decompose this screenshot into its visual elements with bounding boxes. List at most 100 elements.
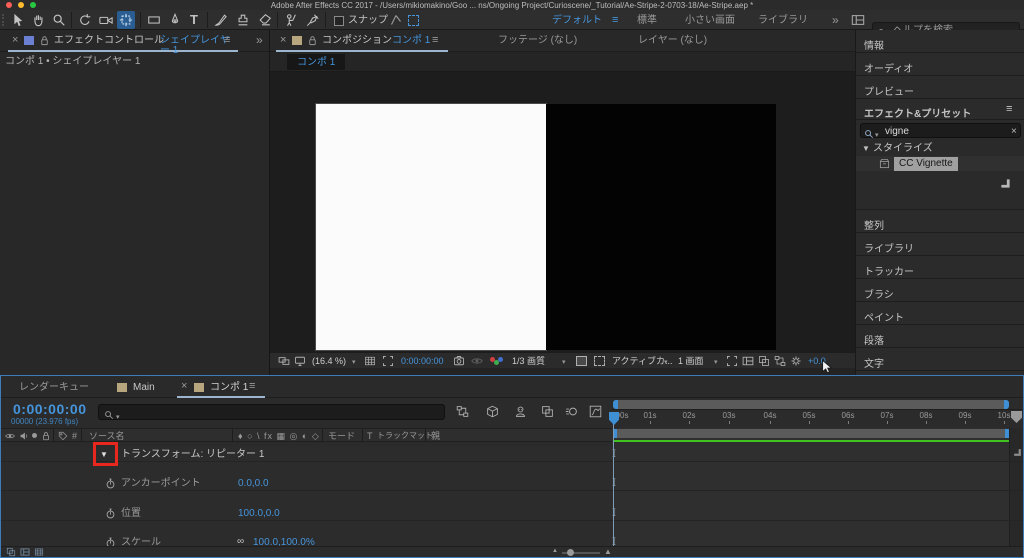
group-row-transform-repeater[interactable]: ▼ トランスフォーム: リピーター 1 I <box>1 447 1023 463</box>
layer-tab[interactable]: レイヤー (なし) <box>638 36 707 46</box>
property-row-anchor-point[interactable]: アンカーポイント 0.0,0.0 I <box>1 476 1023 492</box>
panel-menu-icon[interactable]: ≡ <box>1006 103 1012 115</box>
character-panel-header[interactable]: 文字 <box>856 348 1024 371</box>
flowchart-jump-icon[interactable] <box>774 355 786 367</box>
work-area-end-handle[interactable] <box>1005 429 1009 438</box>
solo-column-icon[interactable] <box>32 433 37 438</box>
panel-menu-icon[interactable]: ≡ <box>432 34 438 46</box>
eye-column-icon[interactable] <box>5 431 15 441</box>
footage-tab[interactable]: フッテージ (なし) <box>498 36 577 46</box>
comp-viewer-subtab[interactable]: コンポ 1 <box>287 54 345 70</box>
timeline-zoom-slider-handle[interactable] <box>567 549 574 556</box>
target-region-icon[interactable] <box>576 356 587 366</box>
type-tool-icon[interactable]: T <box>190 13 198 26</box>
preview-panel-header[interactable]: プレビュー <box>856 76 1024 99</box>
panel-menu-icon[interactable]: ≡ <box>249 380 255 392</box>
fast-previews-gear-icon[interactable] <box>790 355 802 367</box>
selection-tool-icon[interactable] <box>10 13 24 27</box>
current-time-display[interactable]: 0:00:00:00 <box>13 401 87 417</box>
magnification-select[interactable]: (16.4 %) <box>312 357 346 366</box>
workspace-tab-small-screen[interactable]: 小さい画面 <box>685 16 735 26</box>
expand-layer-switches-icon[interactable] <box>6 547 16 557</box>
eraser-tool-icon[interactable] <box>258 13 272 27</box>
primary-viewer-icon[interactable] <box>294 355 306 367</box>
group-row-label[interactable]: トランスフォーム: リピーター 1 <box>121 450 264 460</box>
work-area-bar[interactable] <box>613 429 1009 438</box>
close-tab-icon[interactable]: × <box>12 34 18 46</box>
rotation-tool-icon[interactable] <box>78 13 92 27</box>
always-preview-icon[interactable] <box>278 355 290 367</box>
search-options-chevron[interactable]: ▾ <box>875 131 879 139</box>
transparency-grid-icon[interactable] <box>594 356 605 366</box>
roto-brush-tool-icon[interactable] <box>284 13 298 27</box>
motion-blur-icon[interactable] <box>565 405 578 418</box>
expand-transfer-controls-icon[interactable] <box>20 547 30 557</box>
align-panel-header[interactable]: 整列 <box>856 210 1024 233</box>
t-column-label[interactable]: T <box>367 432 373 441</box>
zoom-out-mountain-icon[interactable]: ▲ <box>552 548 558 554</box>
lock-column-icon[interactable] <box>41 431 51 441</box>
grid-guides-icon[interactable] <box>364 355 376 367</box>
property-value[interactable]: 0.0,0.0 <box>238 479 269 489</box>
effect-controls-tab[interactable]: × エフェクトコントロール シェイプレイヤー 1 ≡ <box>8 30 238 56</box>
mini-flowchart-icon[interactable] <box>456 405 469 418</box>
paragraph-panel-header[interactable]: 段落 <box>856 325 1024 348</box>
zoom-window-button[interactable] <box>30 2 36 8</box>
effect-result-row[interactable]: CC Vignette <box>856 156 1024 171</box>
share-view-icon[interactable] <box>726 355 738 367</box>
search-options-chevron[interactable]: ▾ <box>116 413 120 421</box>
parent-column-label[interactable]: 親 <box>431 432 440 441</box>
audio-panel-header[interactable]: オーディオ <box>856 53 1024 76</box>
frame-blending-icon[interactable] <box>541 405 554 418</box>
timeline-jump-icon[interactable] <box>758 355 770 367</box>
draft-3d-icon[interactable] <box>486 405 499 418</box>
show-channel-blue-dot[interactable] <box>498 357 503 362</box>
time-navigator[interactable] <box>613 400 1009 409</box>
close-tab-icon[interactable]: × <box>280 34 286 46</box>
property-name[interactable]: アンカーポイント <box>121 479 201 489</box>
show-snapshot-icon[interactable] <box>471 355 483 367</box>
render-queue-tab[interactable]: レンダーキュー <box>19 383 89 393</box>
source-name-column-label[interactable]: ソース名 <box>89 432 125 441</box>
brushes-panel-header[interactable]: ブラシ <box>856 279 1024 302</box>
audio-column-icon[interactable] <box>19 431 29 441</box>
pen-tool-icon[interactable] <box>168 13 182 27</box>
stopwatch-icon[interactable] <box>105 508 116 519</box>
snap-angle-icon[interactable] <box>390 14 402 26</box>
snapshot-icon[interactable] <box>453 355 465 367</box>
workspace-tab-default[interactable]: デフォルト <box>552 16 602 26</box>
expand-inout-panes-icon[interactable] <box>34 547 44 557</box>
property-name[interactable]: 位置 <box>121 508 141 519</box>
twirl-down-icon[interactable]: ▼ <box>862 145 870 153</box>
effects-group-label[interactable]: スタイライズ <box>873 144 933 154</box>
minimize-window-button[interactable] <box>18 2 24 8</box>
lock-icon[interactable] <box>39 35 50 46</box>
viewer-current-time[interactable]: 0:00:00:00 <box>401 357 444 366</box>
hide-shy-layers-icon[interactable] <box>514 405 527 418</box>
new-panel-corner-icon[interactable] <box>1000 178 1011 189</box>
puppet-pin-tool-icon[interactable] <box>306 13 320 27</box>
library-panel-header[interactable]: ライブラリ <box>856 233 1024 256</box>
mode-column-label[interactable]: モード <box>328 432 355 441</box>
zoom-tool-icon[interactable] <box>52 13 66 27</box>
navigator-end-handle[interactable] <box>1004 400 1009 409</box>
clone-stamp-tool-icon[interactable] <box>236 13 250 27</box>
close-tab-icon[interactable]: × <box>181 380 187 392</box>
property-value[interactable]: 100.0,0.0 <box>238 508 280 519</box>
clear-search-icon[interactable]: × <box>1011 126 1017 137</box>
paint-panel-header[interactable]: ペイント <box>856 302 1024 325</box>
zoom-in-mountain-icon[interactable]: ▲ <box>604 547 612 556</box>
navigator-start-handle[interactable] <box>613 400 618 409</box>
number-column-label[interactable]: # <box>72 432 77 441</box>
workspace-menu-icon[interactable]: ≡ <box>612 14 618 26</box>
timeline-search-field[interactable]: ▾ <box>98 404 445 421</box>
panel-overflow-chevron[interactable]: » <box>256 33 263 47</box>
snap-checkbox[interactable] <box>334 16 344 26</box>
view-layout-select[interactable]: 1 画面 <box>678 357 704 366</box>
label-column-icon[interactable] <box>58 431 68 441</box>
close-window-button[interactable] <box>6 2 12 8</box>
composition-tab[interactable]: × コンポジション コンポ 1 ≡ <box>276 30 448 52</box>
effects-presets-panel-header[interactable]: エフェクト&プリセット ≡ <box>856 99 1024 120</box>
workspace-overflow-chevron[interactable]: » <box>832 13 839 27</box>
effects-search-field[interactable]: ▾ vigne × <box>860 123 1021 139</box>
